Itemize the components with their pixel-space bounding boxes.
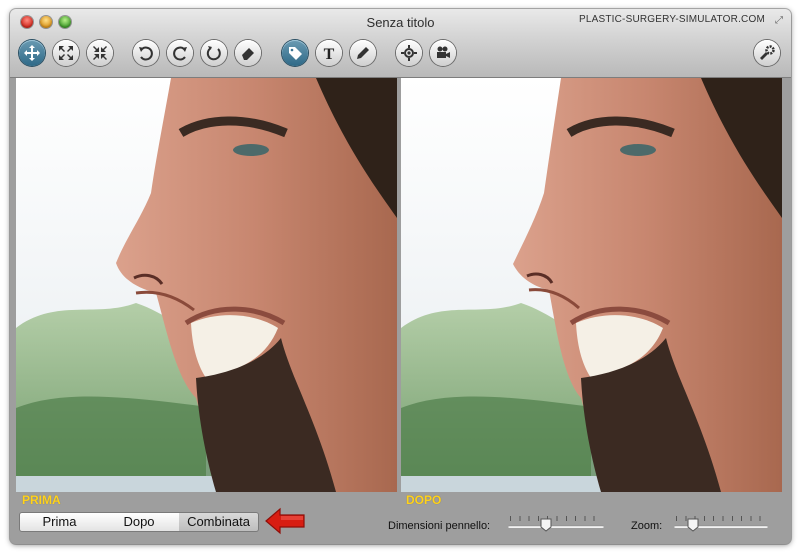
after-face-photo [401,78,782,492]
titlebar: Senza titolo PLASTIC-SURGERY-SIMULATOR.C… [10,9,791,78]
slider-track [508,525,604,528]
view-mode-before-button[interactable]: Prima [19,512,100,532]
shrink-tool-button[interactable] [87,40,113,66]
tag-tool-button[interactable] [282,40,308,66]
brush-size-label: Dimensioni pennello: [388,520,491,532]
eye-target-icon [401,45,417,61]
zoom-slider[interactable] [674,516,768,536]
before-face-photo [16,78,397,492]
eraser-tool-button[interactable] [235,40,261,66]
svg-text:T: T [324,46,335,62]
view-mode-after-button[interactable]: Dopo [99,512,180,532]
before-caption: PRIMA [22,493,61,507]
brush-size-slider[interactable] [508,516,604,536]
settings-button[interactable] [754,40,780,66]
pencil-icon [357,47,369,59]
rotate-left-button[interactable] [133,40,159,66]
slider-thumb[interactable] [540,518,552,532]
expand-tool-button[interactable] [53,40,79,66]
text-icon: T [324,46,335,62]
rotate-right-button[interactable] [167,40,193,66]
after-caption: DOPO [406,493,442,507]
shrink-icon [93,46,107,60]
video-camera-icon [437,46,450,58]
before-image-panel[interactable] [16,78,397,492]
expand-icon [59,46,73,60]
slider-ticks [510,516,602,521]
after-image-panel[interactable] [401,78,782,492]
rotate-left-icon [139,46,153,61]
move-arrows-icon [24,45,40,61]
camera-tool-button[interactable] [430,40,456,66]
fullscreen-icon[interactable]: ⤢ [773,15,785,27]
red-arrow-icon [265,507,305,535]
brand-label: PLASTIC-SURGERY-SIMULATOR.COM [578,14,765,25]
rotate-right-icon [173,46,187,61]
zoom-label: Zoom: [631,520,663,532]
swirl-tool-button[interactable] [201,40,227,66]
wrench-gear-icon [760,45,775,60]
app-window: Senza titolo PLASTIC-SURGERY-SIMULATOR.C… [10,9,791,544]
tag-icon [289,47,302,60]
view-mode-combined-button[interactable]: Combinata [179,512,259,532]
eraser-icon [242,48,254,60]
view-tool-button[interactable] [396,40,422,66]
swirl-icon [206,46,221,61]
move-tool-button[interactable] [19,40,45,66]
slider-thumb[interactable] [687,518,699,532]
text-tool-button[interactable]: T [316,40,342,66]
pencil-tool-button[interactable] [350,40,376,66]
